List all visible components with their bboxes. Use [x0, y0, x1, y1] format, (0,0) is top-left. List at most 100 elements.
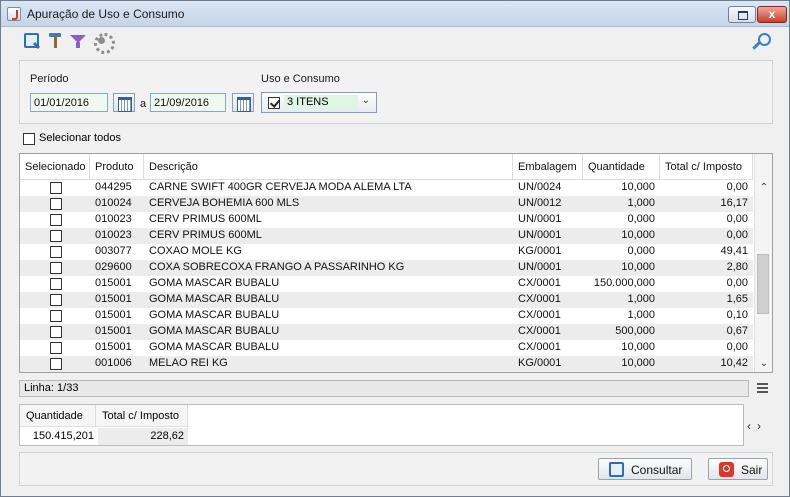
cell-embalagem: KG/0001	[518, 357, 562, 369]
row-select-checkbox[interactable]	[50, 214, 62, 226]
col-header-embalagem[interactable]: Embalagem	[513, 154, 583, 180]
cell-quantidade: 10,000	[621, 181, 655, 193]
totals-quantidade-value: 150.415,201	[32, 430, 94, 442]
col-header-total[interactable]: Total c/ Imposto	[660, 154, 753, 180]
cell-descricao: GOMA MASCAR BUBALU	[149, 293, 280, 305]
uso-consumo-combo[interactable]: 3 ITENS ⌄	[261, 92, 377, 113]
scroll-down-icon[interactable]: ⌄	[755, 358, 772, 369]
row-select-checkbox[interactable]	[50, 246, 62, 258]
table-row[interactable]: 015001 GOMA MASCAR BUBALU CX/0001 150.000,0…	[20, 276, 753, 292]
menu-icon[interactable]	[757, 383, 769, 393]
tools-icon[interactable]	[47, 32, 65, 50]
cell-descricao: COXA SOBRECOXA FRANGO A PASSARINHO KG	[149, 261, 405, 273]
sair-label: Sair	[741, 463, 763, 477]
row-select-checkbox[interactable]	[50, 182, 62, 194]
table-row[interactable]: 010023 CERV PRIMUS 600ML UN/0001 0,000 0,00	[20, 212, 753, 228]
sair-button[interactable]: Sair	[708, 458, 768, 480]
cell-embalagem: CX/0001	[518, 325, 561, 337]
date-to-calendar-button[interactable]	[232, 93, 254, 112]
date-from-calendar-button[interactable]	[113, 93, 135, 112]
cell-embalagem: CX/0001	[518, 341, 561, 353]
table-row[interactable]: 010023 CERV PRIMUS 600ML UN/0001 10,000 0,00	[20, 228, 753, 244]
main-window: Apuração de Uso e Consumo x Período a Us…	[0, 0, 790, 497]
cell-descricao: CERV PRIMUS 600ML	[149, 213, 262, 225]
uso-consumo-value: 3 ITENS	[284, 95, 358, 110]
close-button[interactable]: x	[757, 6, 787, 23]
row-select-checkbox[interactable]	[50, 358, 62, 370]
vertical-scrollbar[interactable]: ⌃ ⌄	[754, 154, 772, 372]
cell-embalagem: UN/0001	[518, 213, 562, 225]
toolbar	[1, 28, 789, 54]
date-separator: a	[140, 98, 147, 110]
table-row[interactable]: 015001 GOMA MASCAR BUBALU CX/0001 10,000 0,0…	[20, 340, 753, 356]
cell-descricao: GOMA MASCAR BUBALU	[149, 277, 280, 289]
cell-total: 16,17	[720, 197, 748, 209]
cell-total: 49,41	[720, 245, 748, 257]
gear-icon[interactable]	[93, 32, 115, 54]
table-row[interactable]: 029600 COXA SOBRECOXA FRANGO A PASSARINHO…	[20, 260, 753, 276]
uso-consumo-label: Uso e Consumo	[261, 73, 340, 85]
row-select-checkbox[interactable]	[50, 310, 62, 322]
close-icon: x	[768, 7, 776, 21]
totals-table: Quantidade Total c/ Imposto 150.415,201 …	[19, 404, 744, 446]
checkbox-box[interactable]	[23, 133, 35, 145]
filter-panel: Período a Uso e Consumo 3 ITENS ⌄	[19, 60, 773, 124]
search-icon[interactable]	[23, 32, 41, 50]
table-header: Selecionado Produto Descrição Embalagem …	[20, 154, 753, 180]
cell-descricao: GOMA MASCAR BUBALU	[149, 341, 280, 353]
java-app-icon	[7, 7, 21, 21]
row-select-checkbox[interactable]	[50, 262, 62, 274]
row-select-checkbox[interactable]	[50, 294, 62, 306]
row-select-checkbox[interactable]	[50, 342, 62, 354]
cell-quantidade: 10,000	[621, 229, 655, 241]
table-row[interactable]: 015001 GOMA MASCAR BUBALU CX/0001 500,000 0,…	[20, 324, 753, 340]
cell-descricao: GOMA MASCAR BUBALU	[149, 309, 280, 321]
cell-produto: 015001	[95, 293, 132, 305]
table-row[interactable]: 015001 GOMA MASCAR BUBALU CX/0001 1,000 1,65	[20, 292, 753, 308]
consultar-button[interactable]: Consultar	[598, 458, 692, 480]
scroll-up-icon[interactable]: ⌃	[755, 182, 772, 193]
title-bar: Apuração de Uso e Consumo x	[1, 1, 789, 27]
row-select-checkbox[interactable]	[50, 198, 62, 210]
cell-total: 0,00	[726, 341, 748, 353]
date-from-input[interactable]	[30, 93, 108, 112]
key-icon[interactable]	[751, 32, 771, 50]
cell-produto: 015001	[95, 325, 132, 337]
restore-button[interactable]	[728, 6, 756, 23]
totals-header-total: Total c/ Imposto	[96, 405, 188, 427]
filter-icon[interactable]	[69, 32, 87, 50]
row-select-checkbox[interactable]	[50, 230, 62, 242]
cell-quantidade: 10,000	[621, 357, 655, 369]
cell-total: 0,00	[726, 181, 748, 193]
row-select-checkbox[interactable]	[50, 326, 62, 338]
totals-total-value: 228,62	[98, 428, 188, 445]
products-table: Selecionado Produto Descrição Embalagem …	[19, 153, 773, 373]
cell-descricao: GOMA MASCAR BUBALU	[149, 325, 280, 337]
col-header-produto[interactable]: Produto	[90, 154, 144, 180]
row-select-checkbox[interactable]	[50, 278, 62, 290]
table-row[interactable]: 001006 MELAO REI KG KG/0001 10,000 10,42	[20, 356, 753, 372]
table-row[interactable]: 015001 GOMA MASCAR BUBALU CX/0001 1,000 0,10	[20, 308, 753, 324]
table-row[interactable]: 044295 CARNE SWIFT 400GR CERVEJA MODA ALE…	[20, 180, 753, 196]
cell-embalagem: UN/0001	[518, 229, 562, 241]
cell-descricao: COXAO MOLE KG	[149, 245, 242, 257]
date-to-input[interactable]	[150, 93, 226, 112]
cell-total: 0,67	[726, 325, 748, 337]
col-header-selecionado[interactable]: Selecionado	[20, 154, 90, 180]
col-header-descricao[interactable]: Descrição	[144, 154, 513, 180]
cell-produto: 044295	[95, 181, 132, 193]
col-header-quantidade[interactable]: Quantidade	[583, 154, 660, 180]
horizontal-nav-arrows[interactable]: ‹›	[747, 419, 767, 433]
cell-embalagem: CX/0001	[518, 293, 561, 305]
table-row[interactable]: 010024 CERVEJA BOHEMIA 600 MLS UN/0012 1,00…	[20, 196, 753, 212]
cell-quantidade: 500,000	[615, 325, 655, 337]
cell-embalagem: UN/0001	[518, 261, 562, 273]
table-row[interactable]: 003077 COXAO MOLE KG KG/0001 0,000 49,41	[20, 244, 753, 260]
cell-quantidade: 10,000	[621, 261, 655, 273]
window-title: Apuração de Uso e Consumo	[27, 7, 185, 21]
cell-quantidade: 10,000	[621, 341, 655, 353]
status-line: Linha: 1/33	[19, 380, 749, 397]
cell-produto: 010023	[95, 229, 132, 241]
scroll-thumb[interactable]	[757, 254, 769, 314]
cell-quantidade: 1,000	[627, 293, 655, 305]
